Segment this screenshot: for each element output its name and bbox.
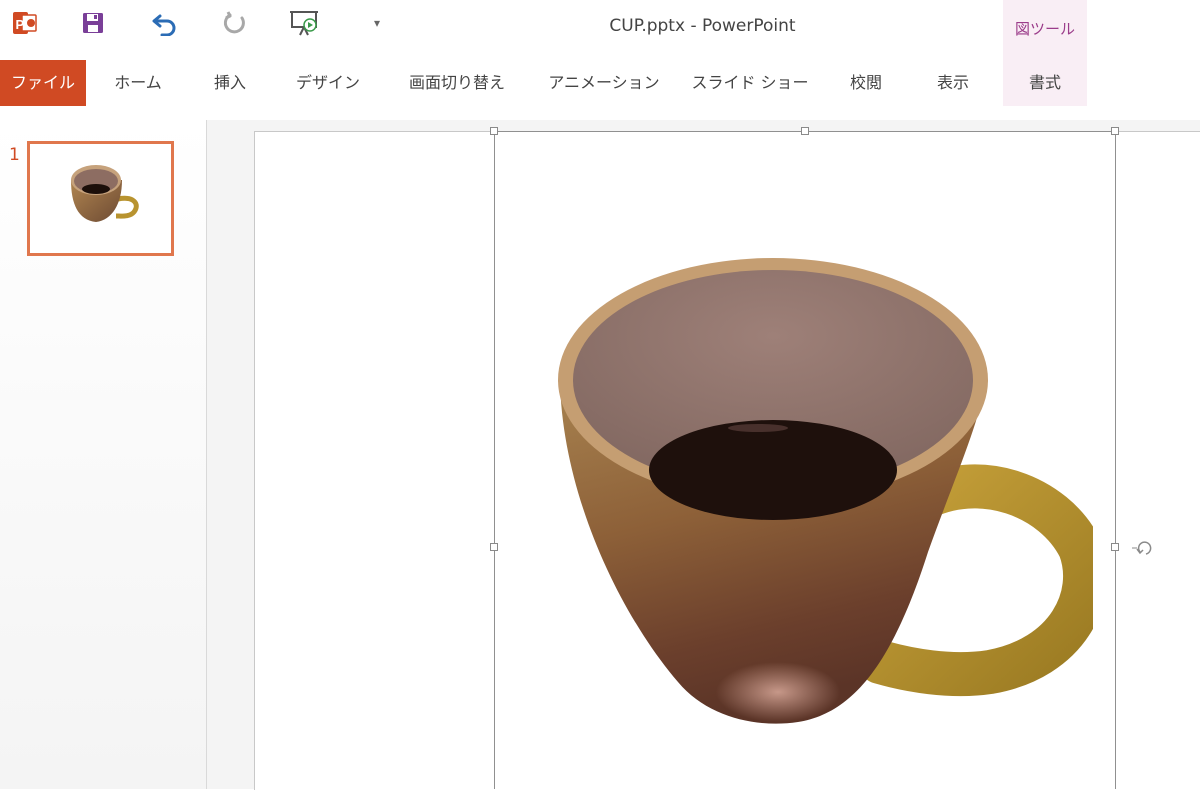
resize-handle-top-right[interactable] <box>1111 127 1119 135</box>
selection-frame-left <box>494 131 495 789</box>
tab-animations[interactable]: アニメーション <box>544 60 664 106</box>
resize-handle-top-left[interactable] <box>490 127 498 135</box>
start-slideshow-icon[interactable] <box>288 6 322 40</box>
resize-handle-top-center[interactable] <box>801 127 809 135</box>
tab-file[interactable]: ファイル <box>0 60 86 106</box>
customize-qat-icon[interactable]: ▾ <box>360 6 394 40</box>
cup-picture[interactable] <box>548 252 1093 732</box>
tab-transitions[interactable]: 画面切り替え <box>396 60 518 106</box>
slide-number: 1 <box>9 145 20 165</box>
save-icon[interactable] <box>76 6 110 40</box>
tab-insert[interactable]: 挿入 <box>198 60 262 106</box>
tab-design[interactable]: デザイン <box>284 60 372 106</box>
title-bar: P ▾ CUP.pptx - PowerPoint 図ツール <box>0 0 1200 106</box>
ribbon-tabs: ファイル ホーム 挿入 デザイン 画面切り替え アニメーション スライド ショー… <box>0 60 1200 106</box>
document-title: CUP.pptx - PowerPoint <box>609 16 796 36</box>
rotate-handle-icon[interactable] <box>1132 537 1154 559</box>
thumbnail-cup-image <box>71 165 139 222</box>
tab-home[interactable]: ホーム <box>100 60 176 106</box>
slide-thumbnail[interactable] <box>27 141 174 256</box>
resize-handle-middle-right[interactable] <box>1111 543 1119 551</box>
selection-frame-right <box>1115 131 1116 789</box>
tab-slideshow[interactable]: スライド ショー <box>688 60 812 106</box>
redo-icon[interactable] <box>218 6 252 40</box>
tab-view[interactable]: 表示 <box>918 60 988 106</box>
picture-tools-label: 図ツール <box>1014 20 1075 38</box>
powerpoint-icon[interactable]: P <box>8 6 42 40</box>
tab-format[interactable]: 書式 <box>1003 60 1087 106</box>
resize-handle-middle-left[interactable] <box>490 543 498 551</box>
tab-review[interactable]: 校閲 <box>836 60 896 106</box>
undo-icon[interactable] <box>148 6 182 40</box>
svg-text:P: P <box>16 17 25 32</box>
